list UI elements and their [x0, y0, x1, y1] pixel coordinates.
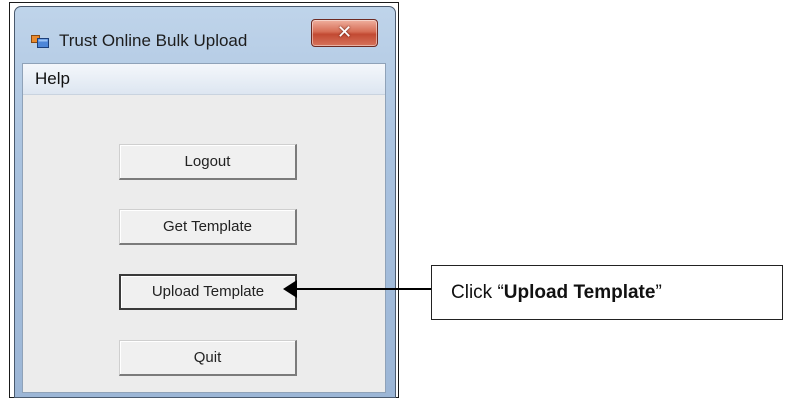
upload-template-button[interactable]: Upload Template: [119, 274, 297, 310]
callout-suffix: ”: [655, 282, 662, 303]
menu-bar: Help: [23, 64, 385, 95]
callout-arrow-line: [292, 288, 434, 290]
left-arrow-icon: [283, 280, 297, 298]
callout-prefix: Click “: [451, 282, 504, 303]
callout-emphasis: Upload Template: [503, 282, 656, 303]
client-area: Help Logout Get Template Upload Template…: [22, 63, 386, 393]
instruction-callout: Click “Upload Template”: [431, 265, 783, 320]
logout-button[interactable]: Logout: [119, 144, 297, 180]
get-template-button[interactable]: Get Template: [119, 209, 297, 245]
menu-help[interactable]: Help: [35, 69, 70, 89]
close-icon: ✕: [336, 22, 353, 43]
app-window-icon: [31, 35, 49, 48]
app-window: Trust Online Bulk Upload ✕ Help Logout G…: [14, 6, 396, 398]
close-button[interactable]: ✕: [311, 19, 378, 47]
window-title: Trust Online Bulk Upload: [59, 31, 248, 50]
title-bar: Trust Online Bulk Upload ✕: [15, 7, 395, 57]
quit-button[interactable]: Quit: [119, 340, 297, 376]
